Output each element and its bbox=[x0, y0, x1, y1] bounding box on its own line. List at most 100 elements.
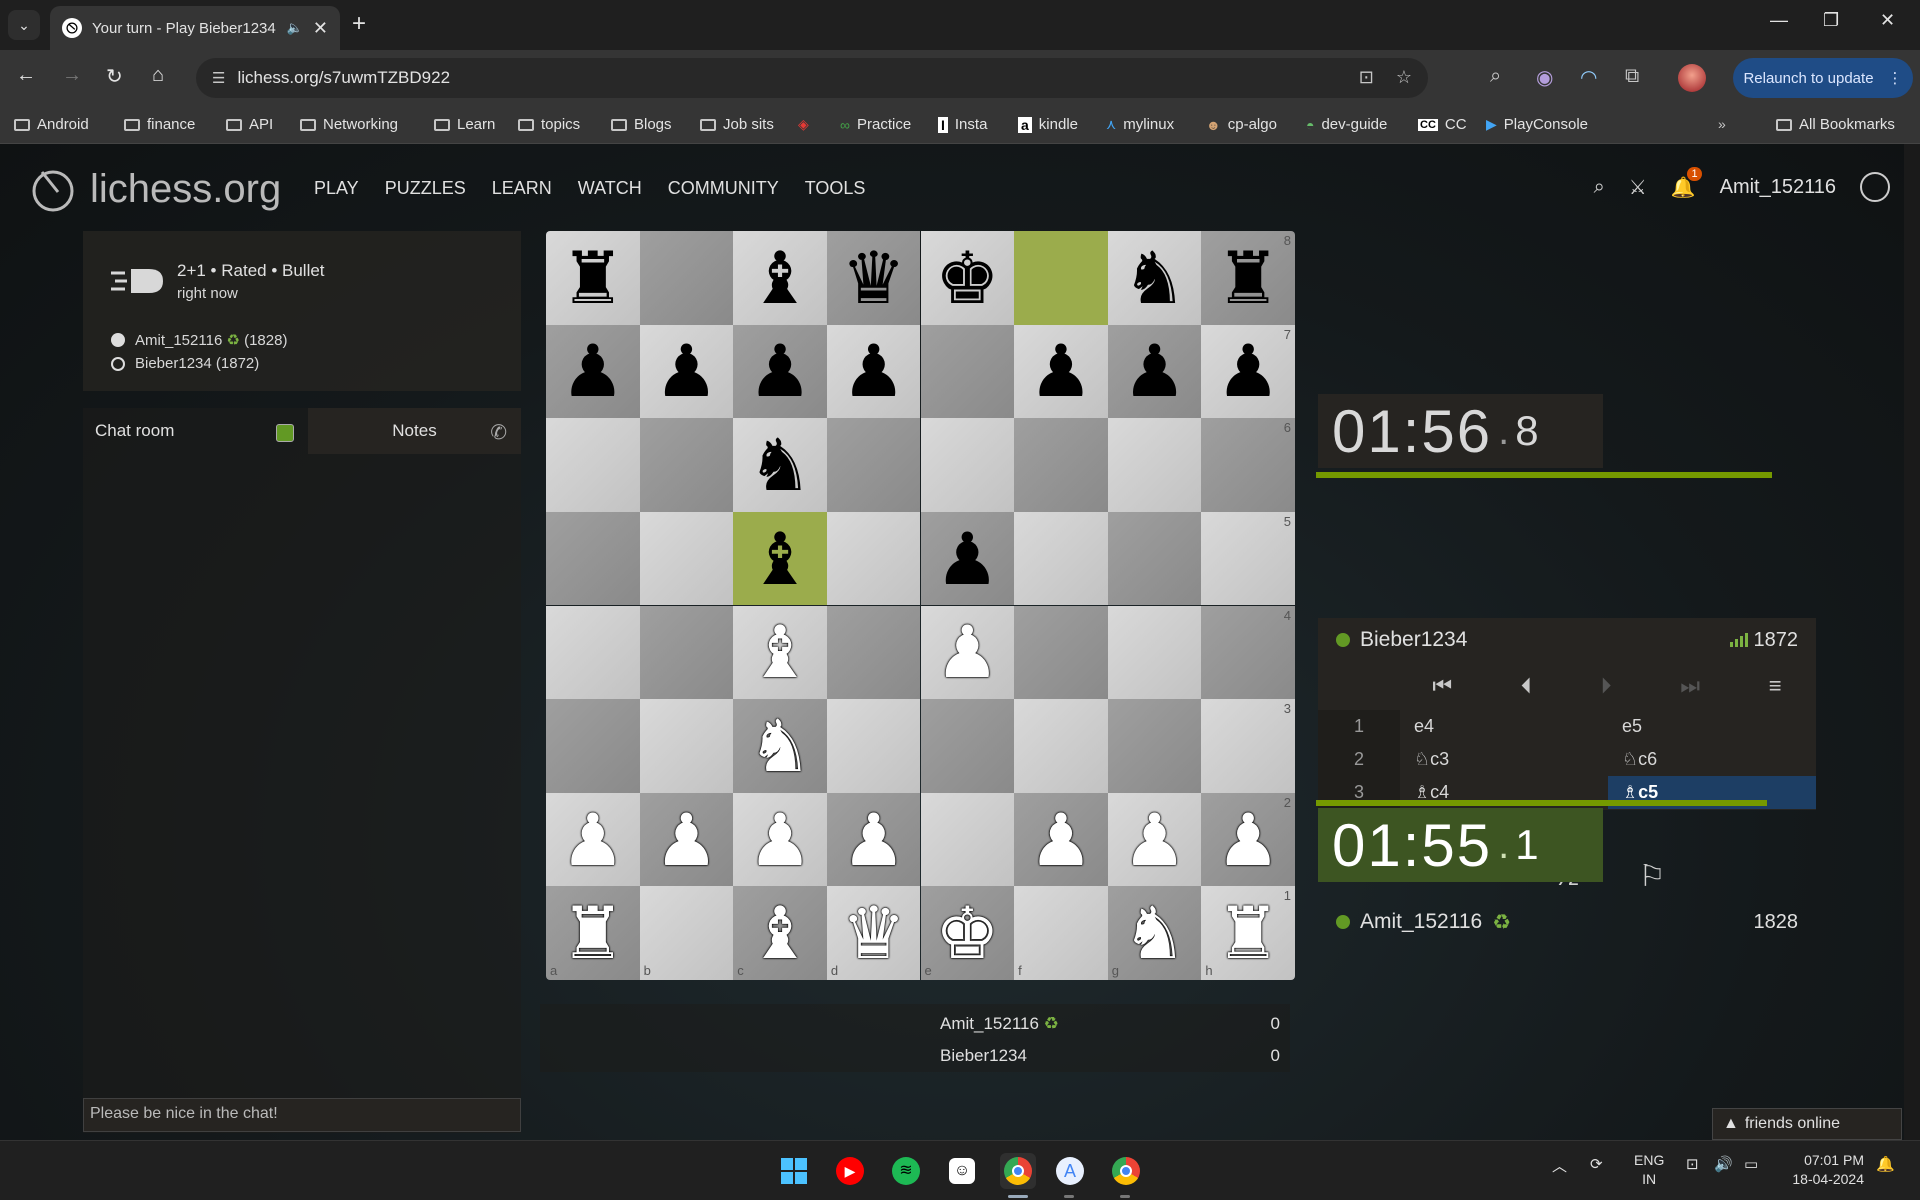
square-a6[interactable] bbox=[546, 418, 640, 512]
search-icon[interactable]: ⌕ bbox=[1594, 176, 1605, 199]
square-g7[interactable]: ♟ bbox=[1107, 324, 1202, 419]
android-studio-icon[interactable]: A bbox=[1052, 1153, 1088, 1189]
nav-watch[interactable]: WATCH bbox=[578, 178, 642, 199]
square-e6[interactable] bbox=[920, 418, 1015, 512]
square-b2[interactable]: ♟ bbox=[639, 792, 734, 887]
square-b1[interactable]: b bbox=[639, 886, 734, 980]
square-d8[interactable]: ♛ bbox=[826, 231, 921, 325]
bookmark-cc[interactable]: CC CC bbox=[1418, 116, 1467, 133]
arc-extension-icon[interactable]: ◠ bbox=[1580, 65, 1597, 90]
square-h7[interactable]: ♟ 7 bbox=[1201, 324, 1295, 419]
site-logo[interactable]: lichess.org bbox=[28, 164, 281, 214]
move-white[interactable]: e4 bbox=[1400, 710, 1608, 743]
black-rook-icon[interactable]: ♜ bbox=[561, 242, 626, 314]
opponent-user[interactable]: Bieber1234 1872 bbox=[1318, 618, 1816, 662]
square-e2[interactable] bbox=[920, 792, 1015, 887]
white-pawn-icon[interactable]: ♟ bbox=[654, 804, 719, 876]
square-b8[interactable] bbox=[639, 231, 734, 325]
profile-avatar[interactable] bbox=[1678, 64, 1706, 92]
white-rook-icon[interactable]: ♜ bbox=[1216, 897, 1281, 969]
home-icon[interactable]: ⌂ bbox=[152, 64, 164, 87]
minimize-icon[interactable]: — bbox=[1770, 10, 1788, 31]
square-g4[interactable] bbox=[1107, 605, 1202, 700]
tab-search-chevron-icon[interactable]: ⌄ bbox=[8, 10, 40, 40]
white-knight-icon[interactable]: ♞ bbox=[748, 710, 813, 782]
square-a3[interactable] bbox=[546, 699, 640, 793]
square-c6[interactable]: ♞ bbox=[733, 418, 827, 512]
square-c5[interactable]: ♝ bbox=[733, 511, 827, 606]
white-pawn-icon[interactable]: ♟ bbox=[1029, 804, 1094, 876]
network-icon[interactable]: ⊡ bbox=[1686, 1155, 1699, 1173]
square-g6[interactable] bbox=[1107, 418, 1202, 512]
black-player-line[interactable]: Bieber1234 (1872) bbox=[111, 355, 259, 372]
site-info-icon[interactable]: ☰ bbox=[212, 69, 225, 87]
chat-toggle-checkbox[interactable] bbox=[276, 424, 294, 442]
prev-move-icon[interactable]: ⏴ bbox=[1521, 673, 1532, 699]
move-black[interactable]: e5 bbox=[1608, 710, 1816, 743]
bookmark-job-sits[interactable]: Job sits bbox=[700, 116, 774, 133]
square-f3[interactable] bbox=[1014, 699, 1108, 793]
phone-icon[interactable]: ✆ bbox=[490, 420, 507, 445]
square-a8[interactable]: ♜ bbox=[546, 231, 640, 325]
bookmarks-overflow-icon[interactable]: » bbox=[1718, 116, 1726, 132]
tab-close-icon[interactable]: ✕ bbox=[313, 18, 328, 39]
square-h5[interactable]: 5 bbox=[1201, 511, 1295, 606]
white-bishop-icon[interactable]: ♝ bbox=[748, 616, 813, 688]
square-f2[interactable]: ♟ bbox=[1014, 792, 1108, 887]
bookmark-api[interactable]: API bbox=[226, 116, 273, 133]
white-pawn-icon[interactable]: ♟ bbox=[561, 804, 626, 876]
back-icon[interactable]: ← bbox=[16, 64, 36, 87]
tab-chat-room[interactable]: Chat room bbox=[83, 408, 308, 454]
relaunch-button[interactable]: Relaunch to update ⋮ bbox=[1733, 58, 1913, 98]
square-e4[interactable]: ♟ bbox=[920, 605, 1015, 700]
clock-tray[interactable]: 07:01 PM 18-04-2024 bbox=[1780, 1151, 1864, 1189]
white-pawn-icon[interactable]: ♟ bbox=[1216, 804, 1281, 876]
menu-hamburger-icon[interactable]: ≡ bbox=[1769, 673, 1782, 699]
next-move-icon[interactable]: ⏵ bbox=[1601, 673, 1612, 699]
square-a4[interactable] bbox=[546, 605, 640, 700]
square-h2[interactable]: ♟ 2 bbox=[1201, 792, 1295, 887]
spotify-icon[interactable]: ≋ bbox=[888, 1153, 924, 1189]
bookmark-dev-guide[interactable]: ◓ dev-guide bbox=[1306, 116, 1387, 133]
nav-play[interactable]: PLAY bbox=[314, 178, 359, 199]
square-e5[interactable]: ♟ bbox=[920, 511, 1015, 606]
reload-icon[interactable]: ↻ bbox=[106, 64, 123, 89]
square-e8[interactable]: ♚ bbox=[920, 231, 1015, 325]
nav-tools[interactable]: TOOLS bbox=[805, 178, 866, 199]
square-c8[interactable]: ♝ bbox=[733, 231, 827, 325]
square-a7[interactable]: ♟ bbox=[546, 324, 640, 419]
square-b4[interactable] bbox=[639, 605, 734, 700]
bookmark-learn[interactable]: Learn bbox=[434, 116, 495, 133]
player-user[interactable]: Amit_152116 ♻ 1828 bbox=[1318, 902, 1816, 942]
square-a2[interactable]: ♟ bbox=[546, 792, 640, 887]
square-d7[interactable]: ♟ bbox=[826, 324, 921, 419]
black-bishop-icon[interactable]: ♝ bbox=[748, 523, 813, 595]
black-pawn-icon[interactable]: ♟ bbox=[561, 335, 626, 407]
bookmark-blogs[interactable]: Blogs bbox=[611, 116, 672, 133]
square-d4[interactable] bbox=[826, 605, 921, 700]
black-pawn-icon[interactable]: ♟ bbox=[1029, 335, 1094, 407]
new-tab-icon[interactable]: + bbox=[352, 10, 366, 38]
black-pawn-icon[interactable]: ♟ bbox=[935, 523, 1000, 595]
last-move-icon[interactable]: ⏭ bbox=[1680, 673, 1700, 699]
address-bar[interactable]: ☰ lichess.org/s7uwmTZBD922 ⊡ ☆ bbox=[196, 58, 1428, 98]
tab-audio-icon[interactable]: 🔈 bbox=[287, 20, 303, 36]
square-h1[interactable]: ♜ 1 h bbox=[1201, 886, 1295, 980]
white-pawn-icon[interactable]: ♟ bbox=[841, 804, 906, 876]
square-g3[interactable] bbox=[1107, 699, 1202, 793]
square-h3[interactable]: 3 bbox=[1201, 699, 1295, 793]
bookmark-mylinux[interactable]: ⋏ mylinux bbox=[1106, 116, 1174, 133]
square-a5[interactable] bbox=[546, 511, 640, 606]
white-pawn-icon[interactable]: ♟ bbox=[748, 804, 813, 876]
square-c1[interactable]: ♝ c bbox=[733, 886, 827, 980]
square-b6[interactable] bbox=[639, 418, 734, 512]
square-g1[interactable]: ♞ g bbox=[1107, 886, 1202, 980]
resign-flag-icon[interactable]: ⚐ bbox=[1639, 859, 1666, 894]
bookmark-cp-algo[interactable]: ☻ cp-algo bbox=[1206, 116, 1277, 133]
black-knight-icon[interactable]: ♞ bbox=[748, 429, 813, 501]
black-rook-icon[interactable]: ♜ bbox=[1216, 242, 1281, 314]
square-f5[interactable] bbox=[1014, 511, 1108, 606]
notifications-icon[interactable]: 🔔 bbox=[1876, 1155, 1895, 1173]
square-d1[interactable]: ♛ d bbox=[826, 886, 921, 980]
square-e1[interactable]: ♚ e bbox=[920, 886, 1015, 980]
